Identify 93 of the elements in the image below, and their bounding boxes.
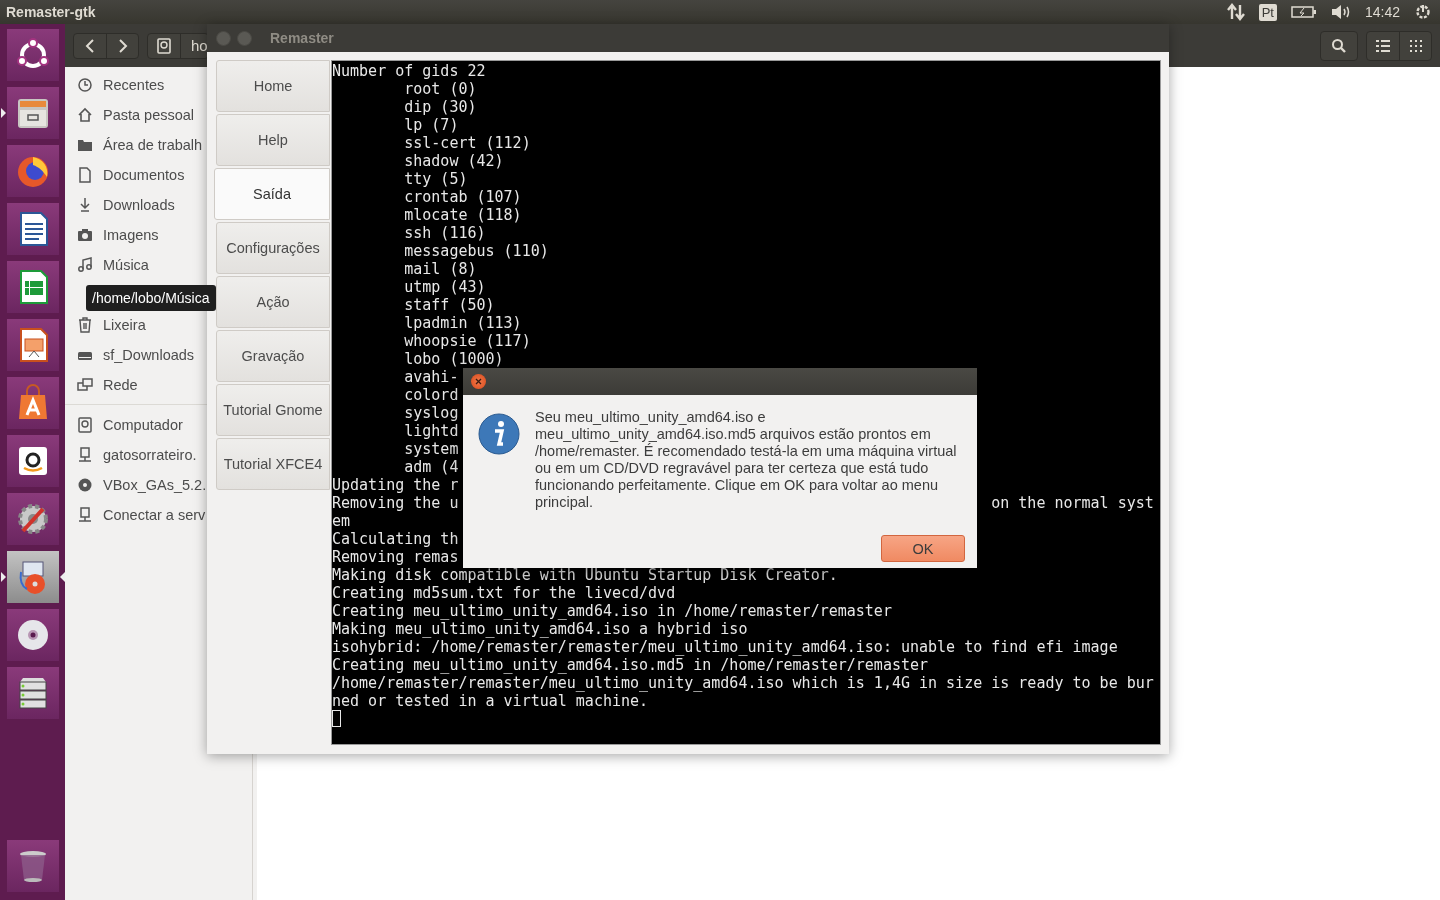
document-icon (77, 167, 93, 183)
terminal-line: root (0) (403, 80, 477, 98)
sidebar-item[interactable]: Lixeira (103, 317, 146, 333)
terminal-line: lobo (1000) (403, 350, 504, 368)
terminal-line: colord (403, 386, 459, 404)
terminal-line: Updating the r (332, 476, 459, 494)
sidebar-item[interactable]: sf_Downloads (103, 347, 195, 363)
terminal-line: em (332, 512, 351, 530)
server-icon (77, 447, 93, 463)
terminal-line: whoopsie (117) (403, 332, 531, 350)
trash-icon (77, 317, 93, 333)
sidebar-item[interactable]: Imagens (103, 227, 159, 243)
sidebar-item[interactable]: Recentes (103, 77, 165, 93)
home-icon (77, 107, 93, 123)
terminal-line: ssl-cert (112) (403, 134, 531, 152)
terminal-line: messagebus (110) (403, 242, 549, 260)
sidebar-item[interactable]: Downloads (103, 197, 175, 213)
folder-icon (77, 137, 93, 153)
terminal-line: tty (5) (403, 170, 468, 188)
terminal-line: syslog (403, 404, 459, 422)
terminal-line: ned or tested in a virtual machine. (332, 692, 649, 710)
grid-icon (1409, 39, 1422, 52)
info-icon (478, 413, 520, 455)
nav-tab[interactable]: Tutorial Gnome (216, 384, 330, 436)
terminal-line: Calculating th (332, 530, 459, 548)
clock-icon (77, 77, 93, 93)
terminal-line: staff (50) (403, 296, 495, 314)
dialog-message: Seu meu_ultimo_unity_amd64.iso e meu_ultimo_unity_amd64.iso.md5 arquivos estão prontos em /home/remaster. É recomendado testá-la em uma máquina virtual ou em um CD/DVD regravável para ter certeza que está tudo funcionando perfeitamente. Clique em OK para voltar ao menu principal. (535, 409, 958, 511)
terminal-line: Creating meu_ultimo_unity_amd64.iso in /home/remaster/remaster (332, 602, 892, 620)
disc-icon (77, 477, 93, 493)
terminal-line: lightd (403, 422, 459, 440)
terminal-line: lpadmin (113) (403, 314, 522, 332)
computer-icon (77, 417, 93, 433)
terminal-line: crontab (107) (403, 188, 522, 206)
sidebar-item[interactable]: Computador (103, 417, 183, 433)
power-gear-icon[interactable] (1414, 3, 1432, 21)
terminal-line: Removing remas (332, 548, 459, 566)
volume-icon[interactable] (1330, 4, 1351, 20)
sidebar-item[interactable]: gatosorrateiro. (103, 447, 197, 463)
terminal-line: isohybrid: /home/remaster/remaster/meu_ultimo_unity_amd64.iso: unable to find efi image (332, 638, 1118, 656)
sidebar-item[interactable]: VBox_GAs_5.2. (103, 477, 207, 493)
nav-tab[interactable]: Help (216, 114, 330, 166)
battery-icon[interactable] (1290, 5, 1317, 19)
terminal-line: mail (8) (403, 260, 477, 278)
terminal-line: ssh (116) (403, 224, 486, 242)
search-icon (1331, 37, 1347, 54)
path-tooltip: /home/lobo/Música (86, 285, 216, 311)
nav-tab[interactable]: Saída (214, 168, 330, 220)
nav-tab[interactable]: Ação (216, 276, 330, 328)
terminal-line: Making disk compatible with Ubuntu Startup Disk Creator. (332, 566, 838, 584)
terminal-line: Removing the u (332, 494, 459, 512)
app-title: Remaster-gtk (6, 4, 97, 20)
terminal-line: Number of gids 22 (332, 62, 486, 80)
terminal-line: system (403, 440, 459, 458)
list-icon (1376, 39, 1390, 52)
terminal-line: adm (4 (403, 458, 459, 476)
nav-tab[interactable]: Gravação (216, 330, 330, 382)
server-icon (77, 507, 93, 523)
text-cursor (332, 710, 341, 727)
network-arrows-icon[interactable] (1226, 3, 1245, 21)
chevron-left-icon (85, 38, 95, 53)
camera-icon (77, 227, 93, 243)
sidebar-item[interactable]: Área de trabalh (103, 137, 203, 153)
keyboard-layout-indicator[interactable]: Pt (1258, 3, 1277, 21)
close-icon (475, 378, 482, 385)
terminal-line: /home/remaster/remaster/meu_ultimo_unity_amd64.iso which is 1,4G in size is ready to be bur (332, 674, 1154, 692)
chevron-right-icon (117, 38, 128, 53)
window-title: Remaster (270, 30, 334, 46)
computer-icon (157, 37, 171, 54)
sidebar-item[interactable]: Música (103, 257, 149, 273)
sidebar-item[interactable]: Rede (103, 377, 138, 393)
terminal-line: utmp (43) (403, 278, 486, 296)
terminal-line: shadow (42) (403, 152, 504, 170)
terminal-line: mlocate (118) (403, 206, 522, 224)
nav-tab[interactable]: Home (216, 60, 330, 112)
music-note-icon (77, 257, 93, 273)
terminal-line: Creating md5sum.txt for the livecd/dvd (332, 584, 676, 602)
terminal-line: Making meu_ultimo_unity_amd64.iso a hybrid iso (332, 620, 748, 638)
sidebar-item[interactable]: Documentos (103, 167, 185, 183)
nav-tab[interactable]: Tutorial XFCE4 (216, 438, 330, 490)
close-button[interactable] (471, 374, 486, 389)
terminal-line: Creating meu_ultimo_unity_amd64.iso.md5 in /home/remaster/remaster (332, 656, 929, 674)
network-icon (77, 377, 93, 393)
ok-button[interactable]: OK (881, 535, 965, 562)
terminal-line: avahi- (403, 368, 459, 386)
terminal-line: on the normal syst (991, 494, 1154, 512)
download-icon (77, 197, 93, 213)
clock-time[interactable]: 14:42 (1364, 4, 1400, 20)
nav-tab[interactable]: Configurações (216, 222, 330, 274)
sidebar-item[interactable]: Pasta pessoal (103, 107, 195, 123)
terminal-line: lp (7) (403, 116, 459, 134)
sidebar-item[interactable]: Conectar a serv (103, 507, 206, 523)
terminal-line: dip (30) (403, 98, 477, 116)
